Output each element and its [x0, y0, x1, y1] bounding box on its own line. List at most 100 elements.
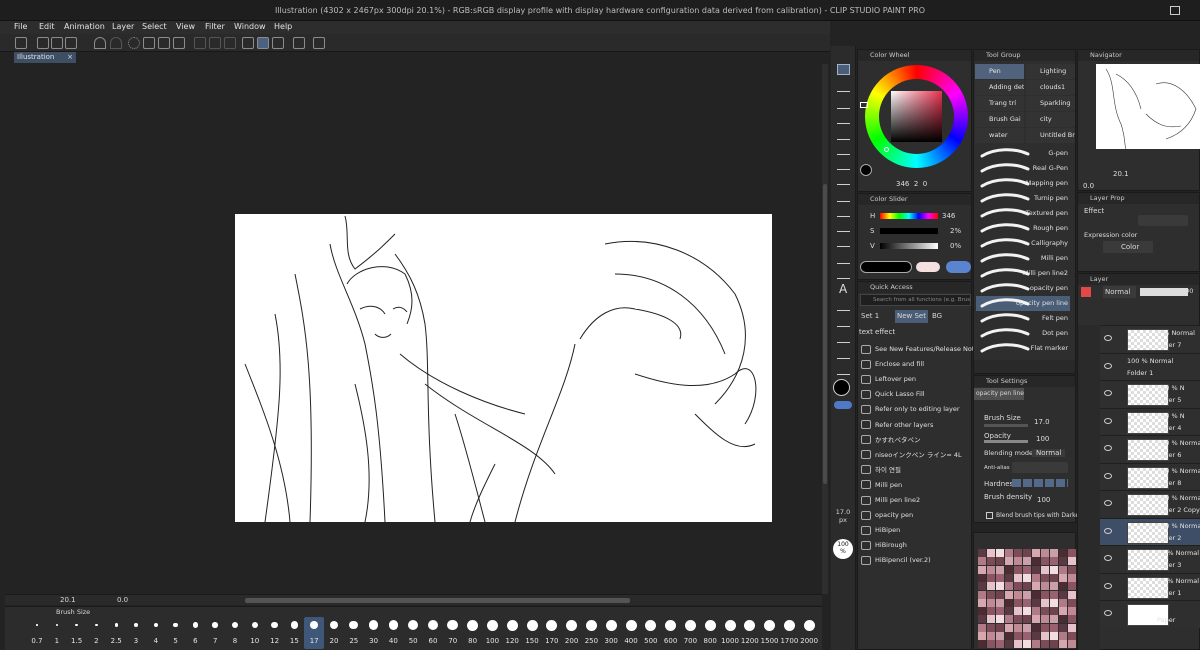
brush-size-field[interactable]: 17.0: [1034, 418, 1050, 426]
sub-tool-item[interactable]: opacity pen: [976, 281, 1070, 296]
operation-tool-icon[interactable]: [837, 332, 850, 343]
color-swatch[interactable]: [1068, 565, 1076, 574]
blend-tips-checkbox[interactable]: [986, 512, 993, 519]
color-swatch[interactable]: [978, 640, 986, 649]
color-swatch[interactable]: [1014, 598, 1022, 607]
color-swatch[interactable]: [1023, 632, 1031, 640]
color-swatch[interactable]: [1068, 640, 1076, 649]
transparent-swatch[interactable]: [834, 401, 852, 409]
color-swatch[interactable]: [978, 598, 986, 607]
color-swatch[interactable]: [996, 549, 1004, 557]
color-swatch[interactable]: [996, 598, 1004, 607]
quick-access-item[interactable]: HiBirough: [861, 538, 907, 552]
color-swatch[interactable]: [1068, 623, 1076, 632]
color-swatch[interactable]: [1023, 557, 1031, 566]
layer-row[interactable]: 100 % Normal Layer 2: [1100, 517, 1200, 546]
canvas-horizontal-scrollbar[interactable]: [245, 598, 630, 603]
color-swatch[interactable]: [1005, 623, 1013, 632]
tool-group-item[interactable]: Lighting: [1026, 64, 1075, 79]
maximize-icon[interactable]: [1170, 6, 1180, 15]
color-swatch[interactable]: [1059, 573, 1067, 582]
color-swatch[interactable]: [1014, 557, 1022, 566]
figure-tool-icon[interactable]: [837, 253, 850, 264]
brush-size-item[interactable]: 20: [324, 617, 344, 649]
tool-group-item[interactable]: city: [1026, 112, 1075, 127]
quick-access-item[interactable]: Milli pen: [861, 478, 902, 492]
fill-icon[interactable]: [158, 37, 170, 49]
color-swatch[interactable]: [996, 557, 1004, 566]
quick-access-item[interactable]: Leftover pen: [861, 372, 916, 386]
brush-size-item[interactable]: 1000: [720, 617, 740, 649]
color-swatch[interactable]: [1023, 607, 1031, 616]
color-swatch[interactable]: [987, 557, 995, 566]
color-swatch[interactable]: [1023, 623, 1031, 632]
brush-size-item[interactable]: 1700: [779, 617, 799, 649]
quick-access-tab-bg[interactable]: BG: [932, 310, 952, 323]
color-swatch[interactable]: [1005, 615, 1013, 624]
color-swatch[interactable]: [987, 632, 995, 640]
color-swatch[interactable]: [1032, 615, 1040, 624]
effect-buttons[interactable]: [1138, 215, 1188, 226]
blending-select[interactable]: Normal: [1032, 449, 1066, 457]
layer-row[interactable]: Paper: [1100, 600, 1200, 628]
sub-tool-item[interactable]: Flat marker: [976, 341, 1070, 356]
color-swatch[interactable]: [1014, 582, 1022, 591]
color-swatch[interactable]: [996, 565, 1004, 574]
brush-size-item[interactable]: 2000: [799, 617, 819, 649]
color-swatch[interactable]: [987, 573, 995, 582]
layer-row[interactable]: 100 % N Layer 4: [1100, 407, 1200, 436]
brush-size-item[interactable]: 170: [542, 617, 562, 649]
eye-icon[interactable]: [1104, 417, 1112, 424]
brush-size-item[interactable]: 600: [661, 617, 681, 649]
color-swatch[interactable]: [987, 640, 995, 649]
color-swatch[interactable]: [1023, 640, 1031, 649]
brush-size-item[interactable]: 40: [383, 617, 403, 649]
brush-size-item[interactable]: 700: [680, 617, 700, 649]
gradient-tool-icon[interactable]: [837, 236, 850, 247]
color-swatch[interactable]: [996, 615, 1004, 624]
color-swatch[interactable]: [1014, 590, 1022, 599]
menu-animation[interactable]: Animation: [64, 22, 105, 31]
navigator-preview[interactable]: [1096, 64, 1200, 149]
eye-icon[interactable]: [1104, 610, 1112, 616]
color-swatch[interactable]: [1041, 623, 1049, 632]
artwork-canvas[interactable]: [235, 214, 772, 522]
color-swatch[interactable]: [1014, 565, 1022, 574]
color-swatch[interactable]: [978, 573, 986, 582]
line-tool-icon[interactable]: [837, 268, 850, 279]
color-swatch[interactable]: [978, 607, 986, 616]
brush-size-item[interactable]: 200: [562, 617, 582, 649]
smartphone-icon[interactable]: [293, 37, 305, 49]
color-swatch[interactable]: [1059, 632, 1067, 640]
brush-size-item[interactable]: 70: [443, 617, 463, 649]
blend-tool-icon[interactable]: [837, 174, 850, 185]
brush-size-item[interactable]: 4: [146, 617, 166, 649]
color-swatch[interactable]: [987, 582, 995, 591]
sub-tool-item[interactable]: Milli pen line2: [976, 266, 1070, 281]
transform-icon[interactable]: [173, 37, 185, 49]
color-swatch[interactable]: [996, 640, 1004, 649]
sub-tool-item[interactable]: Calligraphy: [976, 236, 1070, 251]
color-swatch[interactable]: [1068, 598, 1076, 607]
brush-size-item[interactable]: 60: [423, 617, 443, 649]
sub-tool-item[interactable]: Felt pen: [976, 311, 1070, 326]
color-swatch[interactable]: [1014, 615, 1022, 624]
color-swatch[interactable]: [987, 623, 995, 632]
quick-access-tab-set1[interactable]: Set 1: [860, 310, 893, 323]
opacity-field[interactable]: 100: [1036, 435, 1049, 443]
color-swatch[interactable]: [1041, 632, 1049, 640]
color-swatch[interactable]: [1050, 565, 1058, 574]
sub-tool-item[interactable]: Mapping pen: [976, 176, 1070, 191]
color-swatch[interactable]: [1041, 607, 1049, 616]
color-swatch[interactable]: [1068, 615, 1076, 624]
brush-size-item[interactable]: 1.5: [67, 617, 87, 649]
color-swatch[interactable]: [1041, 640, 1049, 649]
brush-size-item[interactable]: 30: [364, 617, 384, 649]
color-swatch[interactable]: [1041, 598, 1049, 607]
color-swatch[interactable]: [1041, 565, 1049, 574]
brush-size-item[interactable]: 400: [621, 617, 641, 649]
menu-layer[interactable]: Layer: [112, 22, 134, 31]
brush-size-item[interactable]: 120: [502, 617, 522, 649]
color-swatch[interactable]: [1059, 582, 1067, 591]
sub-tool-item[interactable]: Milli pen: [976, 251, 1070, 266]
